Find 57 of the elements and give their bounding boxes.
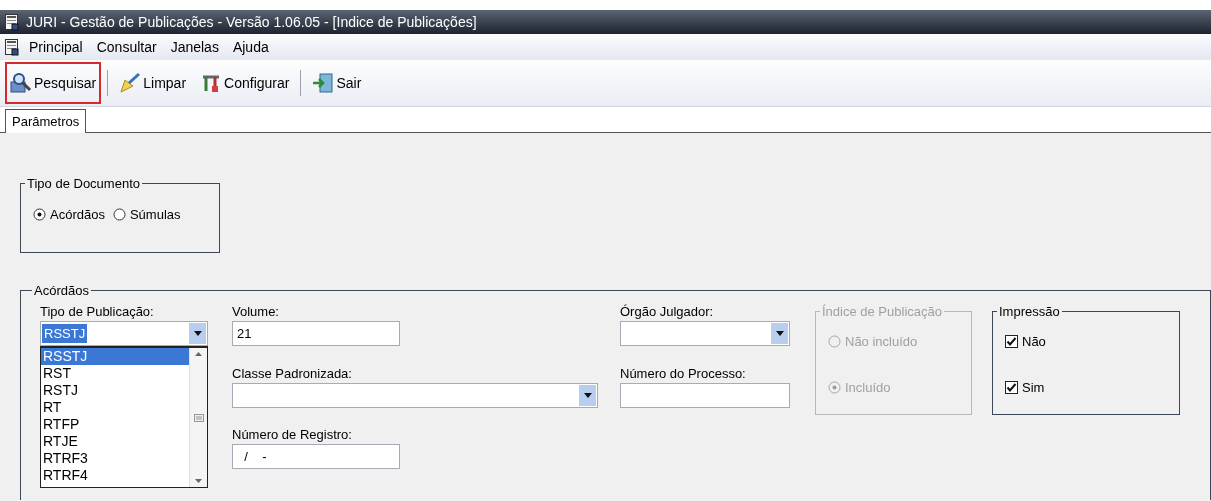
exit-button[interactable]: Sair — [307, 62, 367, 104]
list-item[interactable]: RTRF4 — [41, 467, 189, 484]
grip-icon — [193, 413, 204, 422]
document-icon — [4, 38, 20, 56]
menu-item[interactable]: Principal — [24, 37, 88, 57]
radio-button[interactable] — [112, 208, 126, 221]
clear-button[interactable]: Limpar — [114, 62, 192, 104]
caret-down-icon — [193, 331, 202, 336]
text-field[interactable]: 21 — [232, 321, 400, 346]
list-item[interactable]: RSSTJ — [41, 348, 189, 365]
menu-item[interactable]: Ajuda — [227, 37, 274, 57]
field-label: Órgão Julgador: — [620, 304, 715, 320]
list-item[interactable]: RST — [41, 365, 189, 382]
dropdown-button[interactable] — [189, 323, 206, 344]
list-item[interactable]: RTJE — [41, 433, 189, 450]
radio-label: Incluído — [845, 379, 891, 395]
list-item[interactable]: RTRF3 — [41, 450, 189, 467]
field-label: Tipo de Publicação: — [40, 304, 155, 320]
radio-label: Não incluído — [845, 333, 918, 349]
caret-down-icon — [775, 331, 784, 336]
combo-box[interactable]: RSSTJ — [40, 321, 208, 346]
checkbox-label[interactable]: Sim — [1022, 379, 1045, 395]
list-item[interactable]: RTFP — [41, 416, 189, 433]
group-title: Tipo de Documento — [26, 176, 141, 191]
field-label: Número de Registro: — [232, 427, 353, 443]
checkbox[interactable] — [1005, 334, 1018, 348]
group-title: Impressão — [998, 304, 1061, 319]
menu-item[interactable]: Janelas — [165, 37, 224, 57]
field-label: Número do Processo: — [620, 366, 747, 382]
radio-label[interactable]: Súmulas — [129, 207, 181, 222]
group-title: Índice de Publicação — [821, 304, 943, 319]
broom-icon — [119, 72, 142, 94]
magnifier-icon — [10, 72, 32, 94]
checkbox[interactable] — [1005, 380, 1018, 394]
tools-button[interactable]: Configurar — [195, 62, 295, 104]
text-field[interactable]: / - — [232, 444, 400, 469]
list-item[interactable]: RT — [41, 399, 189, 416]
caret-down-icon — [583, 393, 592, 398]
radio-button[interactable] — [33, 208, 46, 221]
document-icon — [4, 13, 20, 31]
exit-door-icon — [312, 72, 335, 94]
group-title: Acórdãos — [33, 284, 90, 298]
scrollbar[interactable] — [189, 348, 207, 487]
field-label: Classe Padronizada: — [232, 366, 353, 382]
scroll-down-icon — [195, 479, 202, 483]
text-field[interactable] — [620, 383, 790, 408]
scroll-up-icon — [195, 352, 202, 356]
window-title: JURI - Gestão de Publicações - Versão 1.06.05 - [Indice de Publicações] — [26, 14, 477, 30]
radio-label[interactable]: Acórdãos — [50, 207, 105, 222]
dropdown-button[interactable] — [771, 323, 788, 344]
dropdown-button[interactable] — [579, 385, 596, 406]
field-label: Volume: — [232, 304, 280, 320]
list-item[interactable]: RSTJ — [41, 382, 189, 399]
menu-item[interactable]: Consultar — [91, 37, 162, 57]
search-button[interactable]: Pesquisar — [5, 62, 102, 104]
tab[interactable]: Parâmetros — [5, 109, 87, 133]
checkbox-label[interactable]: Não — [1022, 333, 1046, 349]
